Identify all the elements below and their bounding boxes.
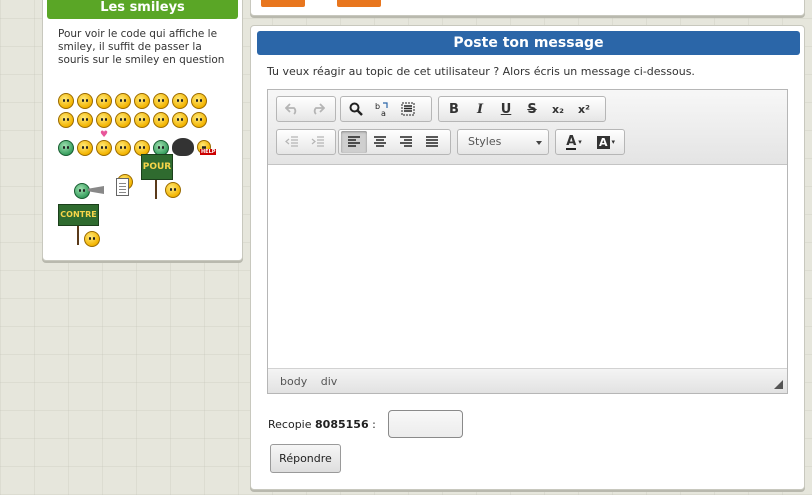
sick-smiley-icon[interactable] [58, 140, 74, 156]
outdent-icon[interactable] [279, 131, 305, 153]
color-group: A ▾ A ▾ [555, 129, 625, 155]
resize-handle-icon[interactable] [774, 380, 783, 389]
message-textarea[interactable] [268, 166, 787, 368]
smiley-icon[interactable] [172, 93, 188, 109]
smiley-icon[interactable] [96, 112, 112, 128]
smiley-icon[interactable] [134, 93, 150, 109]
styles-dropdown[interactable]: Styles [457, 129, 549, 155]
paper-icon [116, 178, 129, 196]
undo-redo-group [276, 96, 336, 122]
search-icon[interactable] [343, 98, 369, 120]
redo-icon[interactable] [305, 98, 331, 120]
previous-panel [250, 0, 805, 16]
smileys-title: Les smileys [47, 0, 238, 19]
align-center-icon[interactable] [367, 131, 393, 153]
smiley-icon[interactable] [115, 140, 131, 156]
text-color-button[interactable]: A ▾ [558, 131, 590, 153]
bold-button[interactable]: B [441, 98, 467, 120]
smiley-icon[interactable] [58, 93, 74, 109]
strikethrough-button[interactable]: S [519, 98, 545, 120]
svg-text:b: b [375, 102, 380, 111]
smiley-icon[interactable] [115, 93, 131, 109]
smiley-row [58, 93, 207, 109]
orange-tab[interactable] [337, 0, 381, 7]
captcha-label: Recopie 8085156 : [268, 418, 376, 431]
love-smiley-icon[interactable]: ♥ [96, 130, 112, 156]
rich-text-editor: ba B I U S x₂ x² Styles A ▾ A ▾ body div [267, 89, 788, 394]
align-left-icon[interactable] [341, 131, 367, 153]
align-justify-icon[interactable] [419, 131, 445, 153]
select-all-icon[interactable] [395, 98, 421, 120]
find-group: ba [340, 96, 432, 122]
undo-icon[interactable] [279, 98, 305, 120]
help-smiley-icon[interactable]: HELP [197, 140, 217, 156]
smiley-icon[interactable] [172, 112, 188, 128]
path-div[interactable]: div [321, 375, 338, 388]
smiley-icon[interactable] [77, 93, 93, 109]
megaphone-smiley-icon[interactable] [74, 183, 90, 199]
megaphone-icon [88, 186, 104, 194]
styles-label: Styles [468, 135, 502, 148]
editor-statusbar: body div [268, 368, 787, 393]
smileys-panel: Les smileys Pour voir le code qui affich… [42, 0, 243, 261]
smiley-icon [84, 231, 100, 247]
align-right-icon[interactable] [393, 131, 419, 153]
post-intro: Tu veux réagir au topic de cet utilisate… [267, 65, 695, 78]
smiley-icon[interactable] [153, 112, 169, 128]
replace-icon[interactable]: ba [369, 98, 395, 120]
italic-button[interactable]: I [467, 98, 493, 120]
smiley-icon [165, 182, 181, 198]
smiley-icon[interactable] [134, 112, 150, 128]
post-title: Poste ton message [257, 31, 800, 55]
editor-toolbar: ba B I U S x₂ x² Styles A ▾ A ▾ [268, 90, 787, 165]
smiley-row [58, 112, 207, 128]
svg-text:a: a [381, 109, 386, 117]
background-color-button[interactable]: A ▾ [590, 131, 622, 153]
captcha-code: 8085156 [315, 418, 369, 431]
smiley-icon[interactable] [77, 140, 93, 156]
ninja-smiley-icon[interactable] [172, 138, 194, 156]
path-body[interactable]: body [280, 375, 307, 388]
format-group: B I U S x₂ x² [438, 96, 606, 122]
smiley-icon[interactable] [77, 112, 93, 128]
smiley-icon[interactable] [96, 93, 112, 109]
smileys-help-text: Pour voir le code qui affiche le smiley,… [58, 28, 225, 66]
indent-icon[interactable] [305, 131, 331, 153]
align-group [338, 129, 451, 155]
superscript-button[interactable]: x² [571, 98, 597, 120]
orange-tab[interactable] [261, 0, 305, 7]
subscript-button[interactable]: x₂ [545, 98, 571, 120]
underline-button[interactable]: U [493, 98, 519, 120]
contre-sign-icon[interactable]: CONTRE [58, 204, 99, 226]
smiley-row: ♥ HELP [58, 130, 217, 156]
captcha-input[interactable] [388, 410, 463, 438]
smiley-icon[interactable] [58, 112, 74, 128]
smiley-icon[interactable] [115, 112, 131, 128]
smiley-icon[interactable] [191, 112, 207, 128]
smiley-icon[interactable] [153, 93, 169, 109]
smiley-icon[interactable] [191, 93, 207, 109]
pour-sign-icon[interactable]: POUR [141, 154, 173, 180]
chevron-down-icon [536, 141, 542, 145]
reply-button[interactable]: Répondre [270, 444, 341, 473]
heart-icon: ♥ [99, 130, 109, 140]
post-panel: Poste ton message Tu veux réagir au topi… [250, 25, 805, 490]
indent-group [276, 129, 336, 155]
